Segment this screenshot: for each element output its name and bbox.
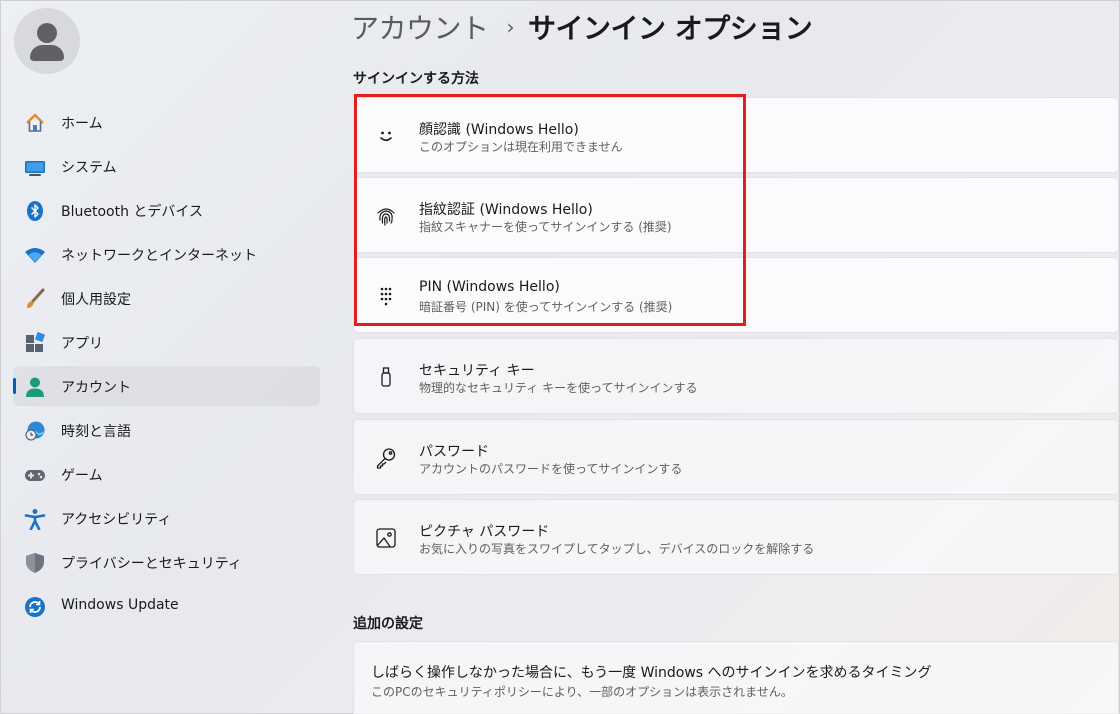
sidebar-item-privacy-security[interactable]: プライバシーとセキュリティ xyxy=(13,542,320,582)
sidebar-item-bluetooth[interactable]: Bluetooth とデバイス xyxy=(13,190,320,230)
sidebar-item-label: アプリ xyxy=(61,336,103,352)
option-subtitle: 物理的なセキュリティ キーを使ってサインインする xyxy=(419,381,698,395)
breadcrumb-parent[interactable]: アカウント xyxy=(351,7,489,47)
system-icon xyxy=(24,156,46,178)
usb-key-icon xyxy=(374,365,398,389)
option-title: PIN (Windows Hello) xyxy=(419,279,560,295)
option-subtitle: このオプションは現在利用できません xyxy=(419,140,623,154)
sidebar-item-label: 個人用設定 xyxy=(61,292,131,308)
time-language-icon xyxy=(24,420,46,442)
option-title: セキュリティ キー xyxy=(419,363,535,379)
sidebar-item-label: Bluetooth とデバイス xyxy=(61,204,203,220)
sidebar-item-label: Windows Update xyxy=(61,597,179,613)
option-subtitle: お気に入りの写真をスワイプしてタップし、デバイスのロックを解除する xyxy=(419,542,815,556)
picture-password-card[interactable]: ピクチャ パスワード お気に入りの写真をスワイプしてタップし、デバイスのロックを… xyxy=(353,499,1119,575)
sidebar-item-time-language[interactable]: 時刻と言語 xyxy=(13,410,320,450)
home-icon xyxy=(24,112,46,134)
apps-icon xyxy=(24,332,46,354)
sidebar-nav: ホーム システム Bluetooth とデバイス ネットワークとインターネット … xyxy=(13,102,320,630)
sidebar-item-label: アカウント xyxy=(61,380,131,396)
signin-methods-heading: サインインする方法 xyxy=(353,71,479,87)
sidebar-item-label: アクセシビリティ xyxy=(61,512,172,528)
fingerprint-card[interactable]: 指紋認証 (Windows Hello) 指紋スキャナーを使ってサインインする … xyxy=(353,177,1119,253)
sidebar-item-network[interactable]: ネットワークとインターネット xyxy=(13,234,320,274)
account-icon xyxy=(24,376,46,398)
security-key-card[interactable]: セキュリティ キー 物理的なセキュリティ キーを使ってサインインする xyxy=(353,338,1119,414)
key-icon xyxy=(374,446,398,470)
avatar-body xyxy=(30,45,64,61)
sidebar-item-system[interactable]: システム xyxy=(13,146,320,186)
sidebar-item-windows-update[interactable]: Windows Update xyxy=(13,586,320,626)
shield-icon xyxy=(24,552,46,574)
option-subtitle: アカウントのパスワードを使ってサインインする xyxy=(419,462,683,476)
additional-settings-heading: 追加の設定 xyxy=(353,616,423,632)
sidebar-item-label: ネットワークとインターネット xyxy=(61,248,257,264)
user-avatar[interactable] xyxy=(14,8,80,74)
picture-icon xyxy=(374,526,398,550)
sidebar-item-apps[interactable]: アプリ xyxy=(13,322,320,362)
sidebar-item-label: ホーム xyxy=(61,116,103,132)
sidebar-item-home[interactable]: ホーム xyxy=(13,102,320,142)
option-title: パスワード xyxy=(419,444,489,460)
sidebar-item-accessibility[interactable]: アクセシビリティ xyxy=(13,498,320,538)
selection-indicator xyxy=(13,378,16,394)
sidebar-item-label: ゲーム xyxy=(61,468,103,484)
option-subtitle: 指紋スキャナーを使ってサインインする (推奨) xyxy=(419,220,672,234)
brush-icon xyxy=(24,288,46,310)
page-title: サインイン オプション xyxy=(528,12,813,45)
pin-keypad-icon xyxy=(374,284,398,308)
sidebar-item-label: 時刻と言語 xyxy=(61,424,131,440)
wifi-icon xyxy=(24,244,46,266)
avatar-head xyxy=(37,23,57,43)
sidebar-item-accounts[interactable]: アカウント xyxy=(13,366,320,406)
sidebar-item-personalization[interactable]: 個人用設定 xyxy=(13,278,320,318)
password-card[interactable]: パスワード アカウントのパスワードを使ってサインインする xyxy=(353,419,1119,495)
face-recognition-card[interactable]: 顔認識 (Windows Hello) このオプションは現在利用できません xyxy=(353,97,1119,173)
bluetooth-icon xyxy=(24,200,46,222)
accessibility-icon xyxy=(24,508,46,530)
option-title: 顔認識 (Windows Hello) xyxy=(419,122,579,138)
face-icon xyxy=(374,124,398,148)
signin-timeout-card[interactable]: しばらく操作しなかった場合に、もう一度 Windows へのサインインを求めるタ… xyxy=(353,641,1119,714)
gamepad-icon xyxy=(24,464,46,486)
breadcrumb: アカウント › サインイン オプション xyxy=(351,7,813,47)
fingerprint-icon xyxy=(374,204,398,228)
signin-timeout-note: このPCのセキュリティポリシーにより、一部のオプションは表示されません。 xyxy=(371,685,793,699)
option-title: ピクチャ パスワード xyxy=(419,524,550,540)
option-title: 指紋認証 (Windows Hello) xyxy=(419,202,593,218)
breadcrumb-separator: › xyxy=(506,15,515,39)
sidebar-item-gaming[interactable]: ゲーム xyxy=(13,454,320,494)
sidebar-item-label: システム xyxy=(61,160,117,176)
pin-card[interactable]: PIN (Windows Hello) 暗証番号 (PIN) を使ってサインイン… xyxy=(353,257,1119,333)
sidebar-item-label: プライバシーとセキュリティ xyxy=(61,556,242,572)
option-subtitle: 暗証番号 (PIN) を使ってサインインする (推奨) xyxy=(419,300,673,314)
signin-timeout-title: しばらく操作しなかった場合に、もう一度 Windows へのサインインを求めるタ… xyxy=(371,665,932,681)
windows-update-icon xyxy=(24,596,46,618)
